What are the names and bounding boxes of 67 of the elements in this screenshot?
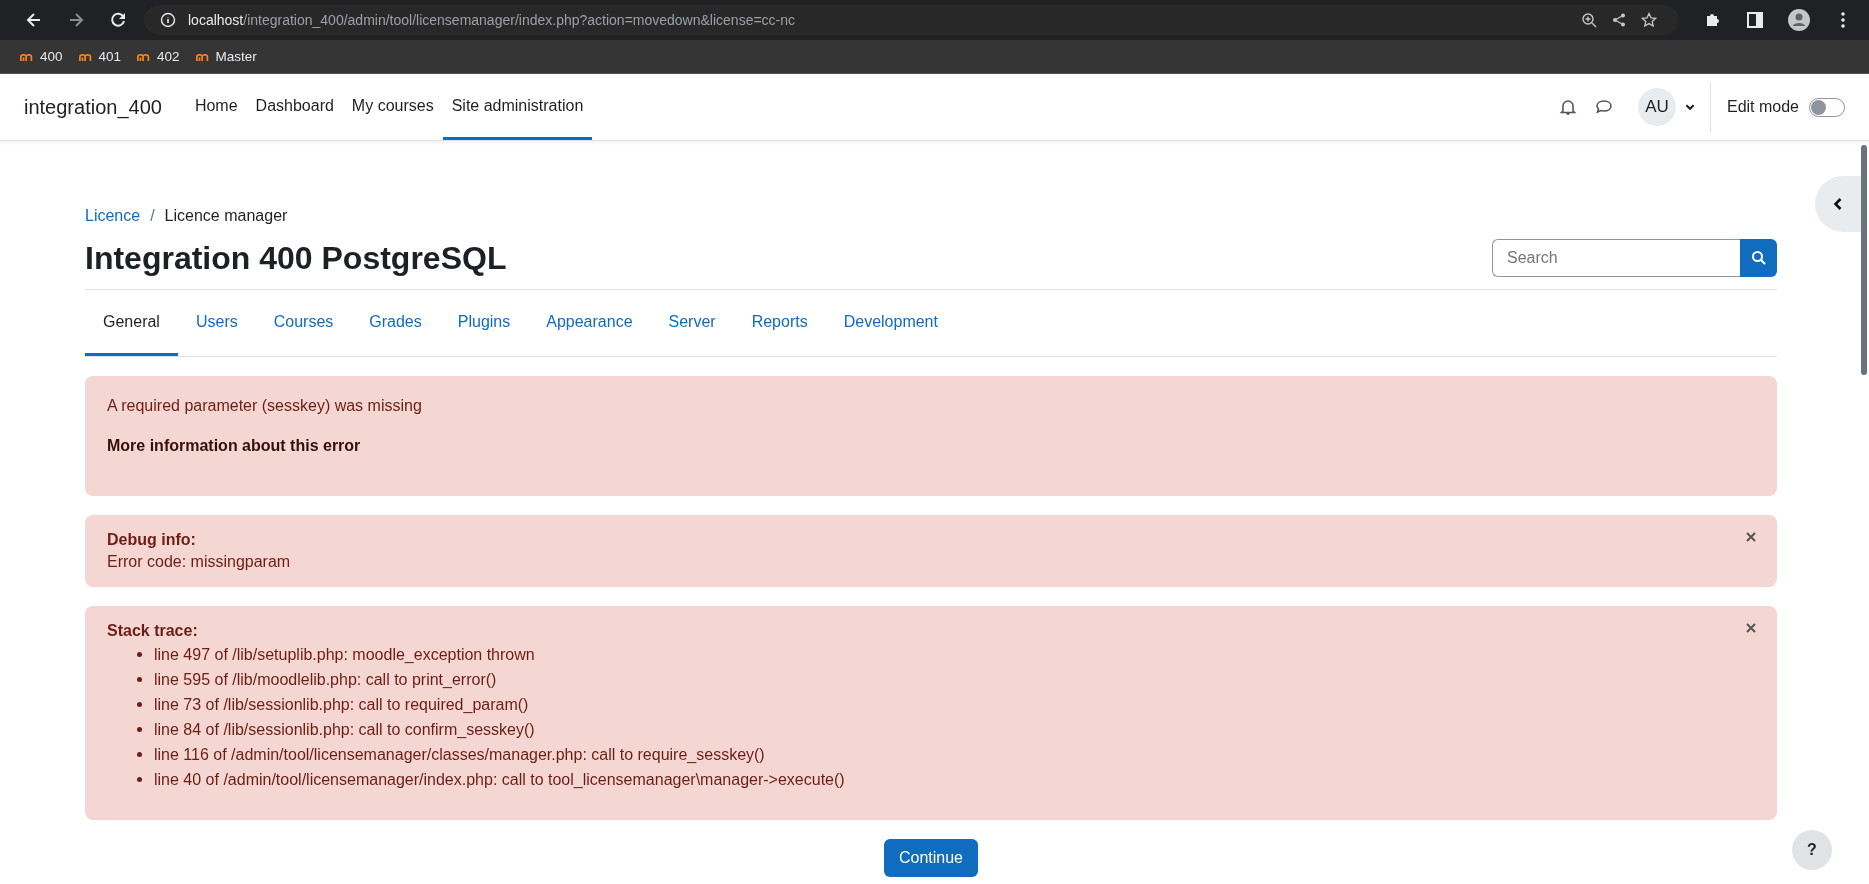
- moodle-logo-icon: [20, 51, 34, 62]
- nav-link[interactable]: Home: [185, 74, 247, 140]
- breadcrumb-item[interactable]: Licence: [85, 207, 141, 225]
- info-icon: [160, 12, 176, 28]
- stack-trace-line: line 84 of /lib/sessionlib.php: call to confirm_sesskey(): [154, 720, 535, 740]
- bookmark[interactable]: 401: [78, 49, 122, 64]
- edit-mode-toggle[interactable]: [1809, 97, 1845, 117]
- bullet-icon: [137, 777, 142, 782]
- moodle-logo-icon: [137, 51, 152, 62]
- moodle-logo-icon: [78, 51, 93, 62]
- bookmark[interactable]: 400: [20, 49, 63, 64]
- scrollbar-thumb[interactable]: [1861, 145, 1867, 375]
- share-icon[interactable]: [1611, 12, 1627, 28]
- breadcrumb-separator: /: [150, 207, 155, 225]
- close-icon[interactable]: [1745, 622, 1757, 634]
- continue-button[interactable]: Continue: [883, 839, 978, 877]
- moodle-logo-icon: [195, 51, 210, 62]
- address-bar[interactable]: localhost/integration_400/admin/tool/licensemanager/index.php?action=movedown&license=cc-nc: [144, 5, 1679, 35]
- tab[interactable]: Server: [650, 290, 734, 356]
- bookmark[interactable]: 402: [137, 49, 180, 64]
- star-icon[interactable]: [1641, 12, 1657, 28]
- tab[interactable]: Courses: [255, 290, 352, 356]
- zoom-icon[interactable]: [1581, 12, 1597, 28]
- bell-icon[interactable]: [1557, 97, 1578, 117]
- nav-link[interactable]: Site administration: [442, 74, 593, 140]
- tab[interactable]: Appearance: [528, 290, 651, 356]
- side-panel-icon[interactable]: [1745, 10, 1765, 30]
- breadcrumb-item: Licence manager: [164, 207, 288, 225]
- reload-icon[interactable]: [108, 10, 128, 30]
- stack-trace-line: line 595 of /lib/moodlelib.php: call to print_error(): [154, 670, 497, 690]
- url-path: /integration_400/admin/tool/licensemanager/index.php?action=movedown&license=cc-nc: [243, 12, 796, 28]
- stack-trace-heading: Stack trace:: [107, 621, 198, 641]
- tab[interactable]: General: [85, 290, 178, 356]
- close-icon[interactable]: [1745, 531, 1757, 543]
- tab[interactable]: Users: [177, 290, 256, 356]
- debug-heading: Debug info:: [107, 530, 196, 550]
- bullet-icon: [137, 677, 142, 682]
- site-name[interactable]: integration_400: [24, 95, 162, 119]
- bullet-icon: [137, 727, 142, 732]
- search-field[interactable]: Search: [1492, 239, 1740, 277]
- tab[interactable]: Reports: [733, 290, 826, 356]
- chevron-left-icon: [1833, 197, 1843, 211]
- search-button[interactable]: [1740, 239, 1777, 277]
- error-code: Error code: missingparam: [107, 552, 291, 572]
- user-avatar[interactable]: AU: [1637, 88, 1676, 126]
- profile-icon[interactable]: [1787, 8, 1811, 32]
- stack-trace-line: line 73 of /lib/sessionlib.php: call to required_param(): [154, 695, 529, 715]
- bookmark[interactable]: Master: [195, 49, 257, 64]
- stack-trace-line: line 40 of /admin/tool/licensemanager/index.php: call to tool_licensemanager\manager->execute(): [154, 770, 845, 790]
- stack-trace-line: line 497 of /lib/setuplib.php: moodle_exception thrown: [154, 645, 535, 665]
- bullet-icon: [137, 752, 142, 757]
- bullet-icon: [137, 702, 142, 707]
- edit-mode-label: Edit mode: [1726, 98, 1799, 116]
- nav-link[interactable]: Dashboard: [246, 74, 343, 140]
- error-message: A required parameter (sesskey) was missing: [107, 396, 422, 416]
- url-host: localhost: [188, 12, 244, 28]
- drawer-toggle-button[interactable]: [1815, 176, 1861, 232]
- page-title: Integration 400 PostgreSQL: [85, 239, 507, 277]
- tab[interactable]: Development: [825, 290, 956, 356]
- bullet-icon: [137, 652, 142, 657]
- search-icon: [1750, 250, 1767, 266]
- tab[interactable]: Plugins: [439, 290, 529, 356]
- more-info-heading: More information about this error: [107, 436, 361, 456]
- tab[interactable]: Grades: [351, 290, 440, 356]
- help-button[interactable]: ?: [1792, 830, 1832, 870]
- nav-link[interactable]: My courses: [342, 74, 443, 140]
- stack-trace-line: line 116 of /admin/tool/licensemanager/classes/manager.php: call to require_sesskey(): [154, 745, 765, 765]
